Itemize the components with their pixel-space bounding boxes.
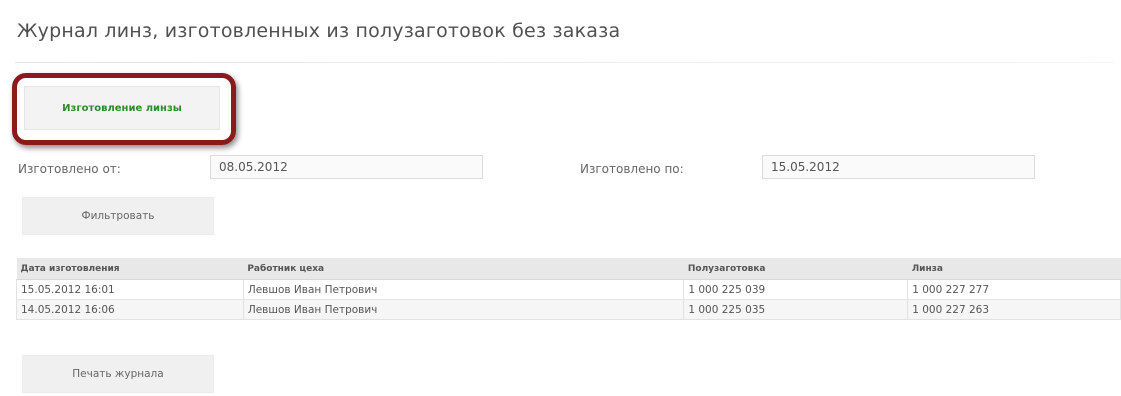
cell-blank: 1 000 225 035 xyxy=(683,299,909,320)
filter-button[interactable]: Фильтровать xyxy=(22,197,214,235)
title-divider xyxy=(15,62,1115,63)
print-journal-button[interactable]: Печать журнала xyxy=(22,355,214,393)
date-to-label: Изготовлено по: xyxy=(580,162,684,176)
lens-journal-table: Дата изготовления Работник цеха Полузаго… xyxy=(16,258,1121,320)
table-row[interactable]: 15.05.2012 16:01 Левшов Иван Петрович 1 … xyxy=(16,279,1121,300)
cell-date: 14.05.2012 16:06 xyxy=(16,299,244,320)
cell-blank: 1 000 225 039 xyxy=(683,279,909,300)
cell-date: 15.05.2012 16:01 xyxy=(16,279,244,300)
cell-worker: Левшов Иван Петрович xyxy=(242,279,685,300)
date-from-label: Изготовлено от: xyxy=(18,162,121,176)
table-row[interactable]: 14.05.2012 16:06 Левшов Иван Петрович 1 … xyxy=(16,299,1121,320)
column-header-lens[interactable]: Линза xyxy=(907,258,1121,280)
column-header-worker[interactable]: Работник цеха xyxy=(243,258,684,280)
table-header-row: Дата изготовления Работник цеха Полузаго… xyxy=(16,258,1121,280)
date-from-input[interactable]: 08.05.2012 xyxy=(210,155,483,179)
column-header-date[interactable]: Дата изготовления xyxy=(16,258,244,280)
cell-lens: 1 000 227 277 xyxy=(907,279,1121,300)
date-to-input[interactable]: 15.05.2012 xyxy=(762,155,1035,179)
make-lens-button[interactable]: Изготовление линзы xyxy=(24,86,220,130)
cell-lens: 1 000 227 263 xyxy=(907,299,1121,320)
page-title: Журнал линз, изготовленных из полузагото… xyxy=(17,20,621,42)
column-header-blank[interactable]: Полузаготовка xyxy=(683,258,908,280)
cell-worker: Левшов Иван Петрович xyxy=(242,299,685,320)
